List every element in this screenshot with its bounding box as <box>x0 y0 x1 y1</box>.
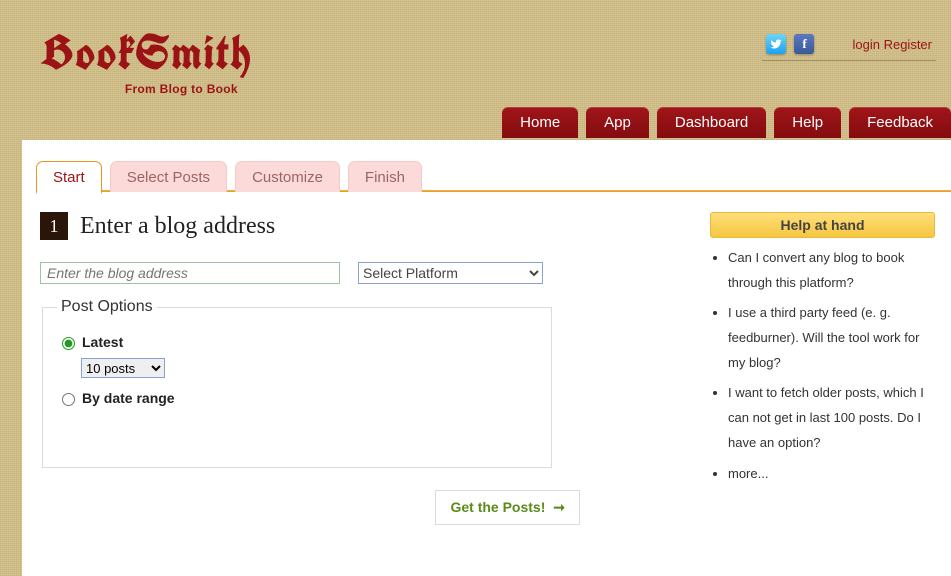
nav-feedback[interactable]: Feedback <box>849 107 951 138</box>
step-heading: Enter a blog address <box>80 213 275 240</box>
help-item-more[interactable]: more... <box>728 462 935 487</box>
help-item[interactable]: Can I convert any blog to book through t… <box>728 246 935 295</box>
radio-daterange-label: By date range <box>82 390 175 406</box>
tab-select-posts[interactable]: Select Posts <box>110 161 227 192</box>
logo-title: BookSmith <box>40 22 252 84</box>
wizard-step-panel: 1 Enter a blog address Select Platform P… <box>40 212 680 525</box>
logo-area: BookSmith From Blog to Book <box>40 22 252 96</box>
get-posts-button[interactable]: Get the Posts! ➞ <box>435 490 580 525</box>
content-area: Start Select Posts Customize Finish 1 En… <box>22 140 951 576</box>
tab-finish[interactable]: Finish <box>348 161 422 192</box>
step-title: 1 Enter a blog address <box>40 212 680 240</box>
arrow-right-icon: ➞ <box>549 499 565 515</box>
login-link[interactable]: login <box>852 37 879 52</box>
post-options-fieldset: Post Options Latest 10 posts By date ran… <box>42 298 552 468</box>
help-list: Can I convert any blog to book through t… <box>710 246 935 486</box>
post-options-legend: Post Options <box>57 298 157 316</box>
step-number-badge: 1 <box>40 212 68 240</box>
radio-daterange[interactable] <box>62 393 75 406</box>
radio-latest-label: Latest <box>82 334 123 350</box>
help-panel: Help at hand Can I convert any blog to b… <box>710 212 951 525</box>
twitter-icon[interactable] <box>766 34 786 54</box>
tab-start[interactable]: Start <box>36 161 102 194</box>
nav-app[interactable]: App <box>586 107 649 138</box>
nav-help[interactable]: Help <box>774 107 841 138</box>
radio-latest[interactable] <box>62 337 75 350</box>
wizard-tabs: Start Select Posts Customize Finish <box>36 158 951 192</box>
facebook-icon[interactable]: f <box>794 34 814 54</box>
blog-address-input[interactable] <box>40 262 340 284</box>
nav-buttons: Home App Dashboard Help Feedback <box>502 107 951 138</box>
posts-count-select[interactable]: 10 posts <box>81 358 165 378</box>
platform-select[interactable]: Select Platform <box>358 262 543 284</box>
tab-customize[interactable]: Customize <box>235 161 340 192</box>
radio-daterange-row[interactable]: By date range <box>57 390 537 406</box>
help-panel-title: Help at hand <box>710 212 935 238</box>
register-link[interactable]: Register <box>884 37 932 52</box>
logo-tagline: From Blog to Book <box>40 82 238 96</box>
header: BookSmith From Blog to Book f login Regi… <box>0 0 951 140</box>
help-item[interactable]: I use a third party feed (e. g. feedburn… <box>728 301 935 375</box>
inputs-row: Select Platform <box>40 262 680 284</box>
radio-latest-row[interactable]: Latest <box>57 334 537 350</box>
nav-dashboard[interactable]: Dashboard <box>657 107 766 138</box>
auth-links: login Register <box>852 37 932 52</box>
get-posts-label: Get the Posts! <box>450 499 545 515</box>
top-right-bar: f login Register <box>762 34 936 61</box>
help-item[interactable]: I want to fetch older posts, which I can… <box>728 381 935 455</box>
nav-home[interactable]: Home <box>502 107 578 138</box>
